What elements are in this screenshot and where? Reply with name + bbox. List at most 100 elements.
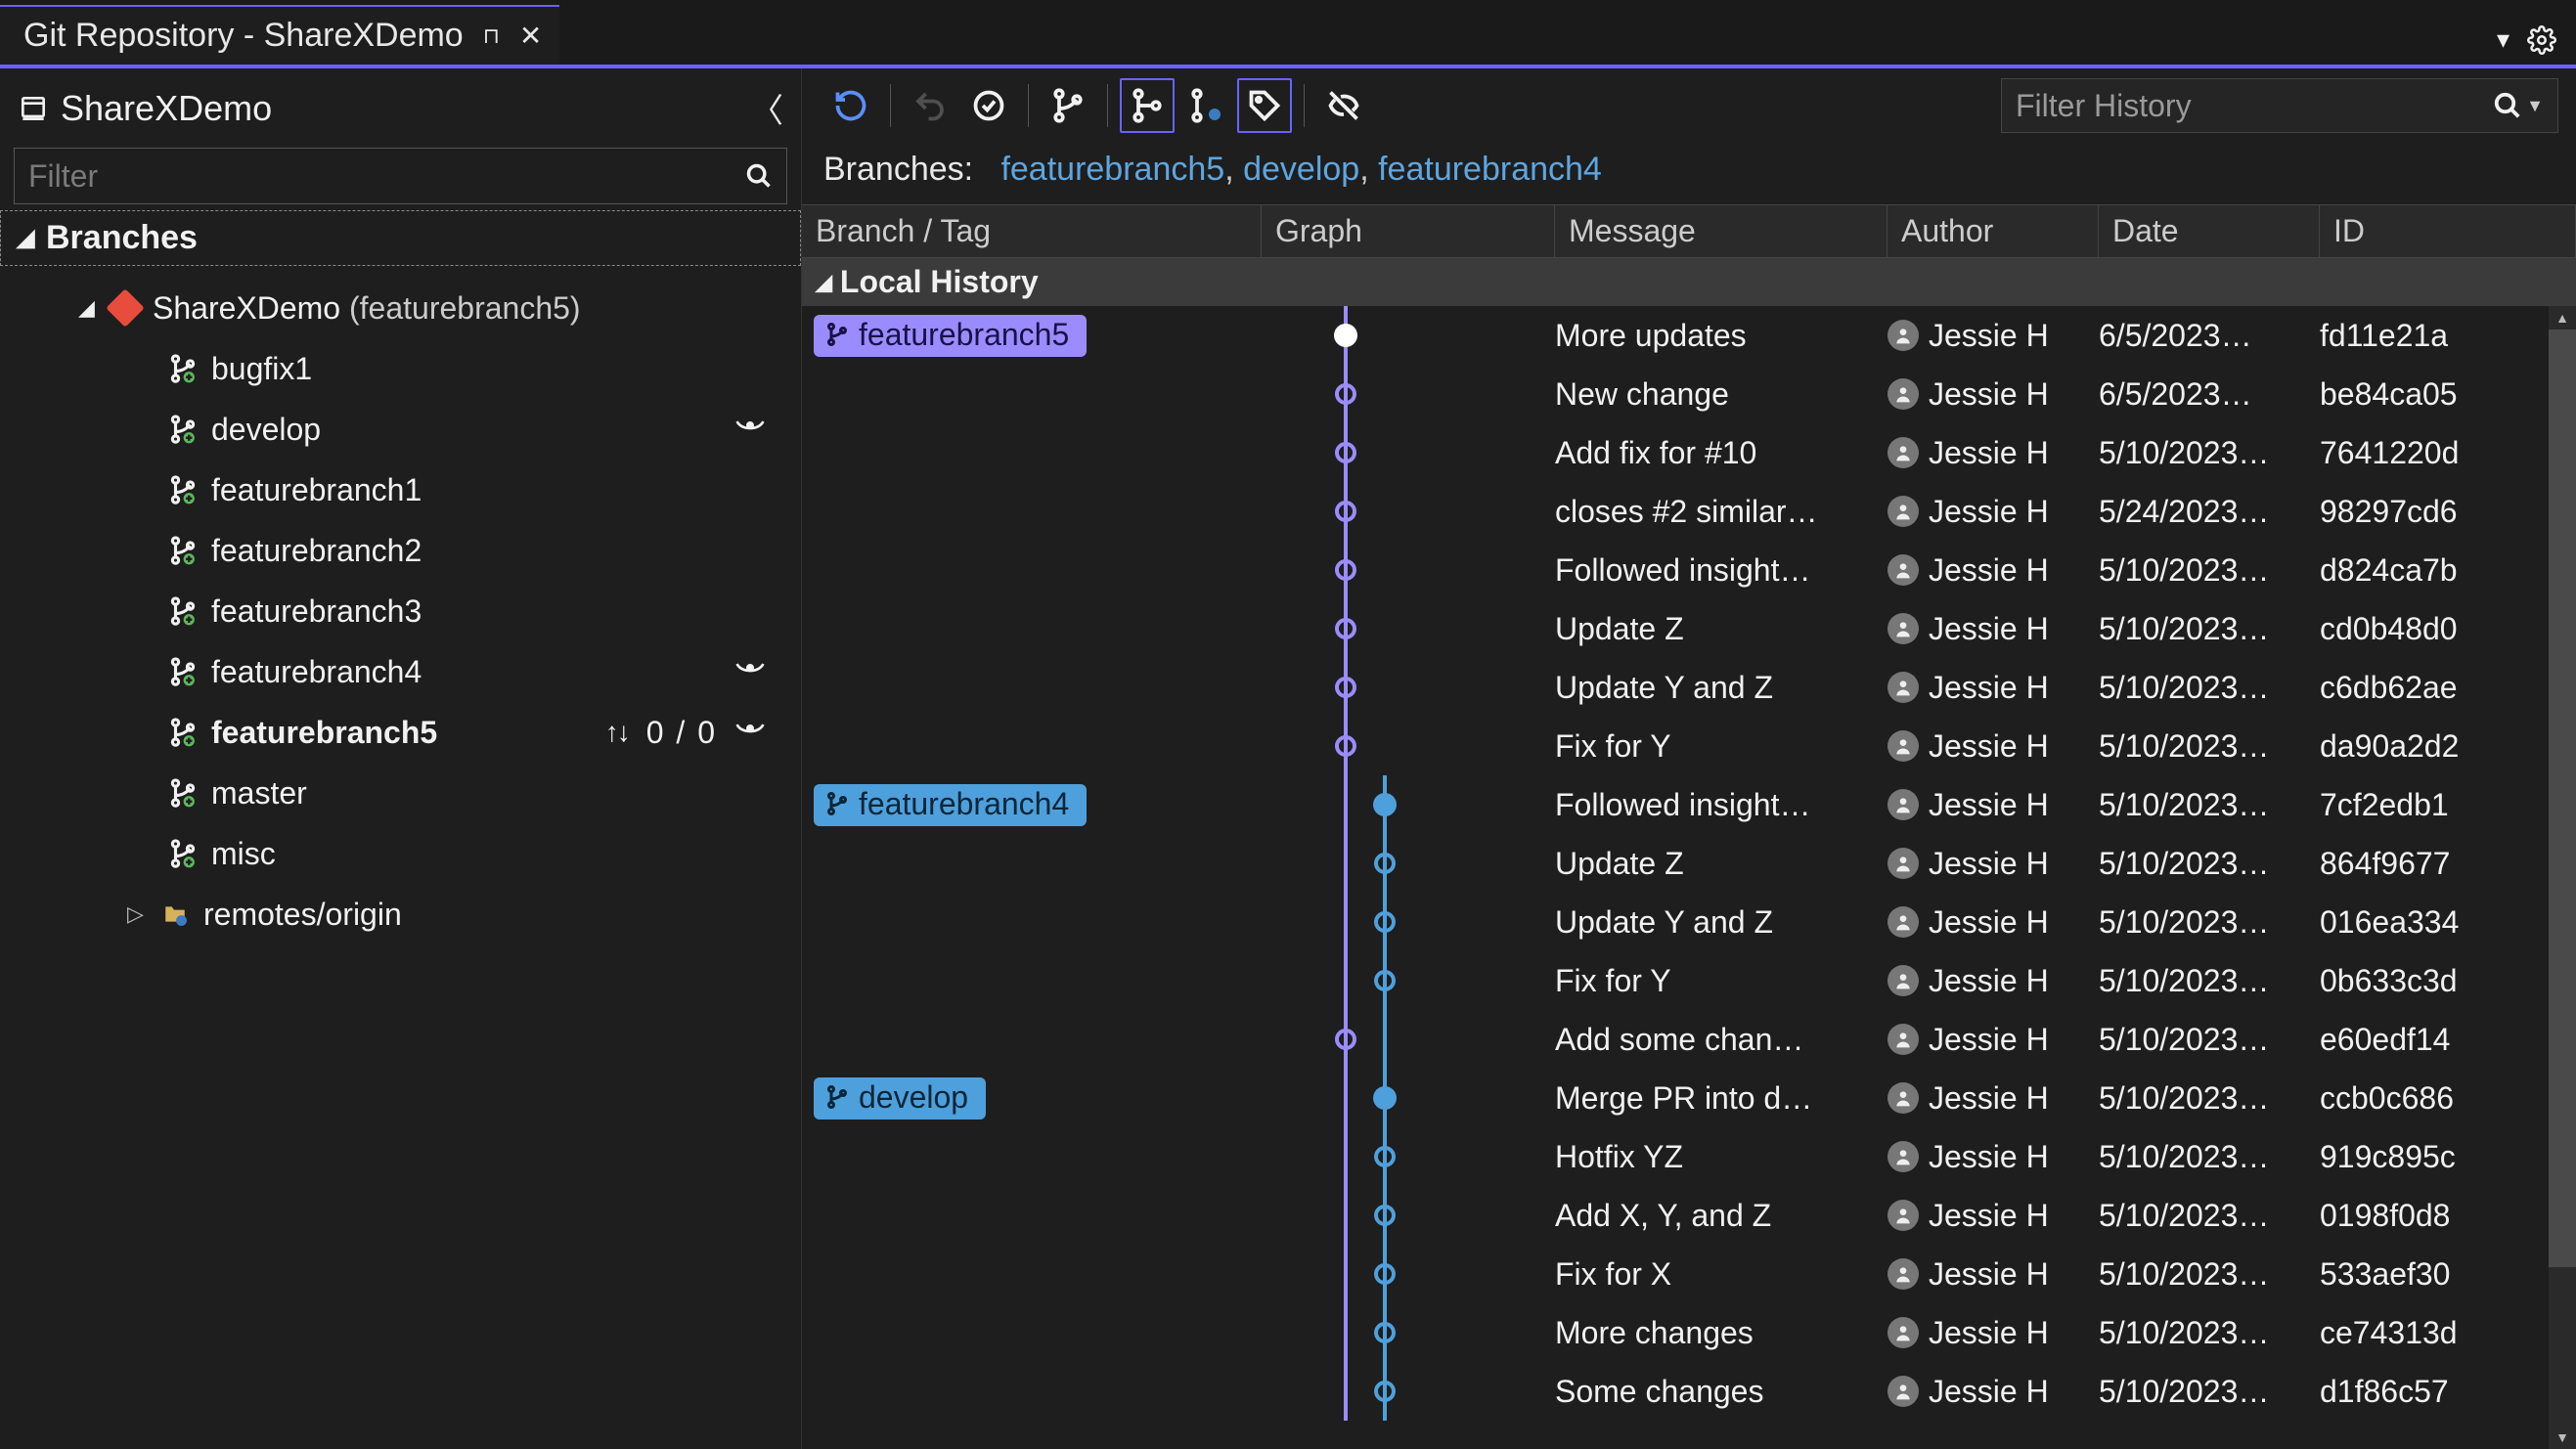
graph-node [1335, 383, 1356, 405]
hide-button[interactable] [1316, 78, 1371, 133]
history-toolbar: ▼ [802, 68, 2576, 141]
branch-filter-field[interactable] [28, 158, 745, 195]
branch-item[interactable]: misc [0, 823, 801, 884]
scroll-thumb[interactable] [2549, 329, 2576, 1267]
commit-row[interactable]: Some changesJessie H5/10/2023…d1f86c57 [802, 1362, 2576, 1421]
repo-diamond-icon [106, 288, 145, 328]
branch-item[interactable]: featurebranch1 [0, 460, 801, 520]
commit-row[interactable]: Fix for YJessie H5/10/2023…da90a2d2 [802, 717, 2576, 775]
branch-item[interactable]: featurebranch4 [0, 641, 801, 702]
branch-graph-button[interactable] [1041, 78, 1095, 133]
commit-row[interactable]: Add some chan…Jessie H5/10/2023…e60edf14 [802, 1010, 2576, 1069]
remote-branches-button[interactable] [1178, 78, 1233, 133]
col-graph[interactable]: Graph [1262, 205, 1555, 257]
chevron-down-icon[interactable]: ▼ [2526, 96, 2544, 116]
commit-row[interactable]: Followed insight…Jessie H5/10/2023…d824c… [802, 541, 2576, 599]
remotes-node[interactable]: remotes/origin [0, 884, 801, 944]
sync-icon: ↑↓ [605, 717, 629, 748]
chevron-down-icon[interactable]: ▾ [2497, 24, 2509, 55]
branches-section-header[interactable]: ◢ Branches [0, 210, 801, 266]
repo-node[interactable]: ◢ ShareXDemo (featurebranch5) [0, 278, 801, 338]
branch-item[interactable]: featurebranch3 [0, 581, 801, 641]
commit-row[interactable]: Update ZJessie H5/10/2023…864f9677 [802, 834, 2576, 893]
graph-node [1334, 324, 1357, 347]
scrollbar[interactable]: ▲ ▼ [2549, 306, 2576, 1449]
branch-filter-input[interactable] [14, 148, 787, 204]
commit-row[interactable]: Update Y and ZJessie H5/10/2023…016ea334 [802, 893, 2576, 951]
col-id[interactable]: ID [2320, 205, 2576, 257]
local-history-label: Local History [840, 264, 1039, 300]
avatar [1888, 1200, 1919, 1231]
branch-pill[interactable]: develop [814, 1077, 986, 1120]
commit-date: 5/10/2023… [2099, 435, 2320, 471]
branch-item[interactable]: featurebranch5↑↓0 / 0 [0, 702, 801, 763]
undo-button[interactable] [903, 78, 957, 133]
commit-id: cd0b48d0 [2320, 611, 2576, 647]
scroll-down-icon[interactable]: ▼ [2549, 1426, 2576, 1449]
branch-link[interactable]: featurebranch4 [1378, 151, 1602, 188]
commit-row[interactable]: More changesJessie H5/10/2023…ce74313d [802, 1303, 2576, 1362]
scroll-up-icon[interactable]: ▲ [2549, 306, 2576, 329]
local-branches-button[interactable] [1120, 78, 1175, 133]
window-tab[interactable]: Git Repository - ShareXDemo ⊓ ✕ [0, 5, 559, 65]
commit-row[interactable]: Update ZJessie H5/10/2023…cd0b48d0 [802, 599, 2576, 658]
avatar [1888, 1376, 1919, 1407]
commit-date: 5/10/2023… [2099, 728, 2320, 765]
commit-message: Fix for Y [1555, 728, 1888, 765]
watch-eye-icon[interactable] [734, 654, 766, 690]
branch-link[interactable]: develop [1243, 151, 1359, 188]
watch-eye-icon[interactable] [734, 715, 766, 751]
fetch-check-button[interactable] [961, 78, 1016, 133]
commit-row[interactable]: Fix for XJessie H5/10/2023…533aef30 [802, 1245, 2576, 1303]
branch-pill[interactable]: featurebranch4 [814, 784, 1087, 826]
back-icon[interactable]: 〈 [750, 84, 783, 132]
commit-id: ccb0c686 [2320, 1080, 2576, 1117]
tags-button[interactable] [1237, 78, 1292, 133]
commit-id: 919c895c [2320, 1139, 2576, 1175]
graph-node [1335, 559, 1356, 581]
commit-author: Jessie H [1929, 1139, 2049, 1175]
refresh-button[interactable] [823, 78, 878, 133]
branch-pill[interactable]: featurebranch5 [814, 315, 1087, 357]
commit-row[interactable]: Fix for YJessie H5/10/2023…0b633c3d [802, 951, 2576, 1010]
chevron-right-icon [127, 901, 147, 927]
commit-row[interactable]: featurebranch4Followed insight…Jessie H5… [802, 775, 2576, 834]
commit-row[interactable]: Add fix for #10Jessie H5/10/2023…7641220… [802, 423, 2576, 482]
commit-id: fd11e21a [2320, 318, 2576, 354]
filter-history-field[interactable] [2016, 88, 2493, 124]
commit-date: 5/10/2023… [2099, 611, 2320, 647]
avatar [1888, 848, 1919, 879]
gear-icon[interactable] [2527, 25, 2556, 55]
commit-row[interactable]: developMerge PR into d…Jessie H5/10/2023… [802, 1069, 2576, 1127]
col-msg[interactable]: Message [1555, 205, 1888, 257]
branch-item[interactable]: master [0, 763, 801, 823]
remotes-label: remotes/origin [203, 897, 402, 933]
pin-icon[interactable]: ⊓ [483, 23, 500, 49]
branch-item[interactable]: bugfix1 [0, 338, 801, 399]
graph-node [1374, 1205, 1396, 1226]
commit-id: 7641220d [2320, 435, 2576, 471]
col-date[interactable]: Date [2099, 205, 2320, 257]
branch-link[interactable]: featurebranch5 [1000, 151, 1224, 188]
commit-row[interactable]: Add X, Y, and ZJessie H5/10/2023…0198f0d… [802, 1186, 2576, 1245]
commit-author: Jessie H [1929, 1198, 2049, 1234]
branches-section-label: Branches [46, 219, 198, 257]
commit-message: Merge PR into d… [1555, 1080, 1888, 1117]
watch-eye-icon[interactable] [734, 412, 766, 448]
commit-row[interactable]: Hotfix YZJessie H5/10/2023…919c895c [802, 1127, 2576, 1186]
branch-item[interactable]: featurebranch2 [0, 520, 801, 581]
commit-row[interactable]: New changeJessie H6/5/2023…be84ca05 [802, 365, 2576, 423]
commit-row[interactable]: closes #2 similar…Jessie H5/24/2023…9829… [802, 482, 2576, 541]
col-author[interactable]: Author [1888, 205, 2099, 257]
titlebar: Git Repository - ShareXDemo ⊓ ✕ ▾ [0, 0, 2576, 68]
col-branch[interactable]: Branch / Tag [802, 205, 1262, 257]
filter-history-input[interactable]: ▼ [2001, 78, 2558, 133]
commit-row[interactable]: Update Y and ZJessie H5/10/2023…c6db62ae [802, 658, 2576, 717]
close-icon[interactable]: ✕ [519, 20, 542, 52]
commit-id: ce74313d [2320, 1315, 2576, 1351]
branch-item[interactable]: develop [0, 399, 801, 460]
avatar [1888, 496, 1919, 527]
commit-author: Jessie H [1929, 611, 2049, 647]
local-history-header[interactable]: ◢ Local History [802, 258, 2576, 306]
commit-row[interactable]: featurebranch5More updatesJessie H6/5/20… [802, 306, 2576, 365]
